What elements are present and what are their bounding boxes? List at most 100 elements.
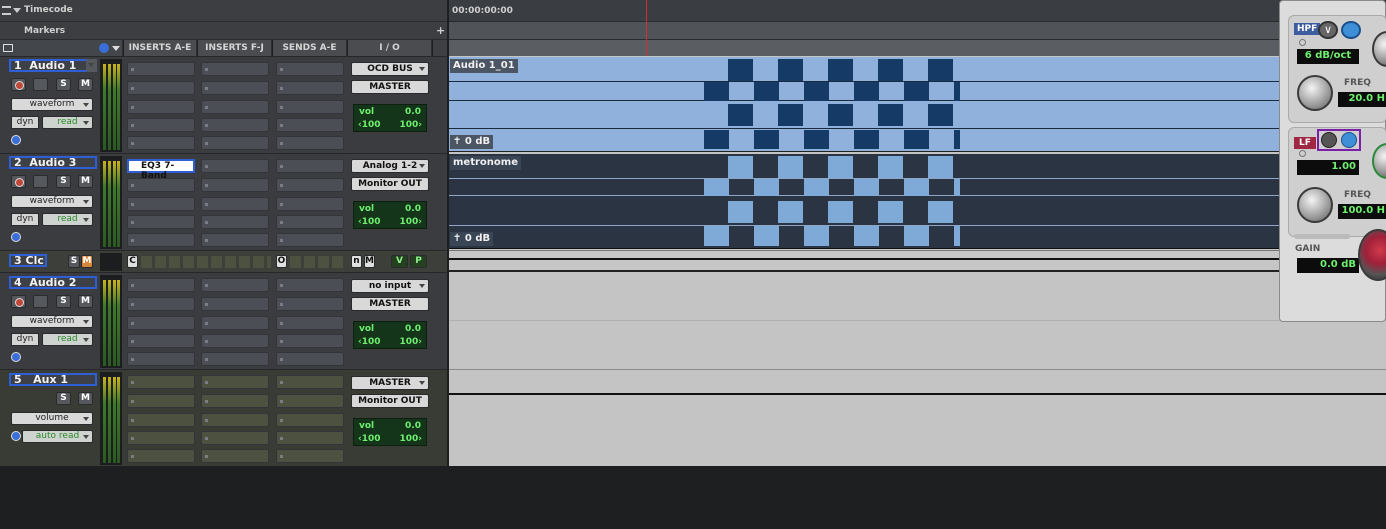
insert-slot[interactable] [127, 118, 195, 132]
send-slot[interactable] [276, 334, 344, 348]
send-slot[interactable] [276, 394, 344, 408]
mute-button[interactable]: M [81, 255, 93, 268]
send-slot[interactable] [276, 352, 344, 366]
insert-slot[interactable] [201, 431, 269, 445]
insert-slot[interactable] [127, 449, 195, 463]
track-name-click[interactable]: 3 Clc [9, 254, 47, 267]
insert-slot[interactable] [127, 278, 195, 292]
insert-slot[interactable] [127, 334, 195, 348]
clip-metronome[interactable]: metronome ✝ 0 dB [449, 154, 1280, 249]
lf-type-selector[interactable] [1317, 129, 1361, 151]
markers-ruler[interactable] [449, 22, 1386, 40]
menu-icon[interactable] [2, 6, 11, 15]
timebase-icon[interactable] [11, 232, 21, 242]
pan-right-value[interactable]: 100› [400, 120, 423, 130]
send-slot[interactable] [276, 449, 344, 463]
timebase-icon[interactable] [11, 352, 21, 362]
hpf-enable-led[interactable] [1299, 39, 1306, 46]
send-slot[interactable] [276, 431, 344, 445]
output-selector[interactable]: MASTER [351, 80, 429, 94]
record-button[interactable] [11, 295, 26, 308]
send-mini-slots[interactable] [290, 256, 344, 268]
output-selector[interactable]: Monitor OUT [351, 177, 429, 191]
output-selector[interactable]: MASTER [351, 297, 429, 311]
insert-slot[interactable] [201, 413, 269, 427]
pan-left-value[interactable]: ‹100 [358, 120, 381, 130]
mute-button[interactable]: M [78, 392, 93, 405]
insert-slot[interactable] [127, 233, 195, 247]
track-audio-3[interactable]: 2 Audio 3 S M waveform dyn read EQ3 7-Ba… [0, 153, 447, 250]
send-slot[interactable] [276, 62, 344, 76]
pan-right-value[interactable]: 100› [400, 337, 423, 347]
input-monitor-button[interactable] [33, 78, 48, 91]
insert-slot[interactable] [127, 100, 195, 114]
dyn-button[interactable]: dyn [11, 213, 39, 226]
input-monitor-button[interactable] [33, 175, 48, 188]
insert-c-button[interactable]: C [127, 255, 138, 268]
insert-slot[interactable] [201, 278, 269, 292]
insert-slot[interactable] [127, 215, 195, 229]
track-aux-1[interactable]: 5 Aux 1 S M volume auto read MASTER Moni… [0, 369, 447, 466]
insert-mini-slots[interactable] [141, 256, 271, 268]
hpf-bypass-icon[interactable] [1341, 21, 1361, 39]
track-name-aux-1[interactable]: 5 Aux 1 [9, 373, 97, 386]
pan-mini-button[interactable]: P [410, 255, 427, 268]
send-o-button[interactable]: O [276, 255, 287, 268]
clip-audio-1-01[interactable]: Audio 1_01 ✝ 0 dB [449, 57, 1280, 152]
insert-slot[interactable] [127, 297, 195, 311]
pan-right-value[interactable]: 100› [400, 434, 423, 444]
hpf-freq-knob[interactable] [1297, 75, 1333, 111]
send-slot[interactable] [276, 136, 344, 150]
solo-button[interactable]: S [56, 78, 71, 91]
aux-volume-line[interactable] [449, 393, 1386, 395]
track-view-selector[interactable]: waveform [11, 98, 93, 111]
solo-button[interactable]: S [56, 392, 71, 405]
volume-pan-display[interactable]: vol 0.0 ‹100 100› [353, 321, 427, 349]
insert-slot[interactable] [201, 449, 269, 463]
automation-mode-selector[interactable]: auto read [22, 430, 93, 443]
insert-slot[interactable] [201, 62, 269, 76]
mute-button[interactable]: M [78, 78, 93, 91]
send-slot[interactable] [276, 178, 344, 192]
hpf-shape-icon[interactable]: ∨ [1318, 21, 1338, 39]
eq3-plugin-window[interactable]: HPF ∨ 6 dB/oct FREQ 20.0 H LF 1.00 FREQ … [1279, 0, 1386, 322]
track-name-audio-1[interactable]: 1 Audio 1 [9, 59, 97, 72]
send-slot[interactable] [276, 100, 344, 114]
insert-slot[interactable] [201, 375, 269, 389]
lf-slider-track[interactable] [1294, 234, 1350, 239]
track-view-selector[interactable]: volume [11, 412, 93, 425]
insert-slot[interactable] [201, 297, 269, 311]
lf-peak-icon[interactable] [1341, 132, 1357, 148]
insert-slot[interactable] [127, 352, 195, 366]
track-name-audio-3[interactable]: 2 Audio 3 [9, 156, 97, 169]
clip-gain[interactable]: ✝ 0 dB [450, 135, 494, 149]
insert-slot[interactable] [201, 352, 269, 366]
input-selector[interactable]: OCD BUS [351, 62, 429, 76]
input-mini-button[interactable]: n [351, 255, 362, 268]
insert-slot[interactable] [127, 413, 195, 427]
volume-pan-display[interactable]: vol 0.0 ‹100 100› [353, 104, 427, 132]
insert-slot[interactable] [201, 178, 269, 192]
lf-freq-knob[interactable] [1297, 187, 1333, 223]
clip-gain[interactable]: ✝ 0 dB [450, 232, 494, 246]
insert-slot[interactable] [201, 100, 269, 114]
timecode-ruler[interactable]: 00:00:00:00 [449, 0, 1386, 22]
timebase-icon[interactable] [11, 135, 21, 145]
send-slot[interactable] [276, 316, 344, 330]
track-name-audio-2[interactable]: 4 Audio 2 [9, 276, 97, 289]
insert-slot[interactable] [201, 136, 269, 150]
insert-slot[interactable] [127, 62, 195, 76]
input-selector[interactable]: MASTER [351, 376, 429, 390]
output-mini-button[interactable]: M [364, 255, 375, 268]
insert-slot[interactable] [201, 215, 269, 229]
insert-slot[interactable] [127, 316, 195, 330]
send-slot[interactable] [276, 297, 344, 311]
send-slot[interactable] [276, 233, 344, 247]
send-slot[interactable] [276, 118, 344, 132]
clock-icon[interactable] [99, 43, 109, 53]
dyn-button[interactable]: dyn [11, 333, 39, 346]
send-slot[interactable] [276, 159, 344, 173]
pan-left-value[interactable]: ‹100 [358, 434, 381, 444]
insert-slot[interactable] [201, 159, 269, 173]
track-view-selector[interactable]: waveform [11, 315, 93, 328]
